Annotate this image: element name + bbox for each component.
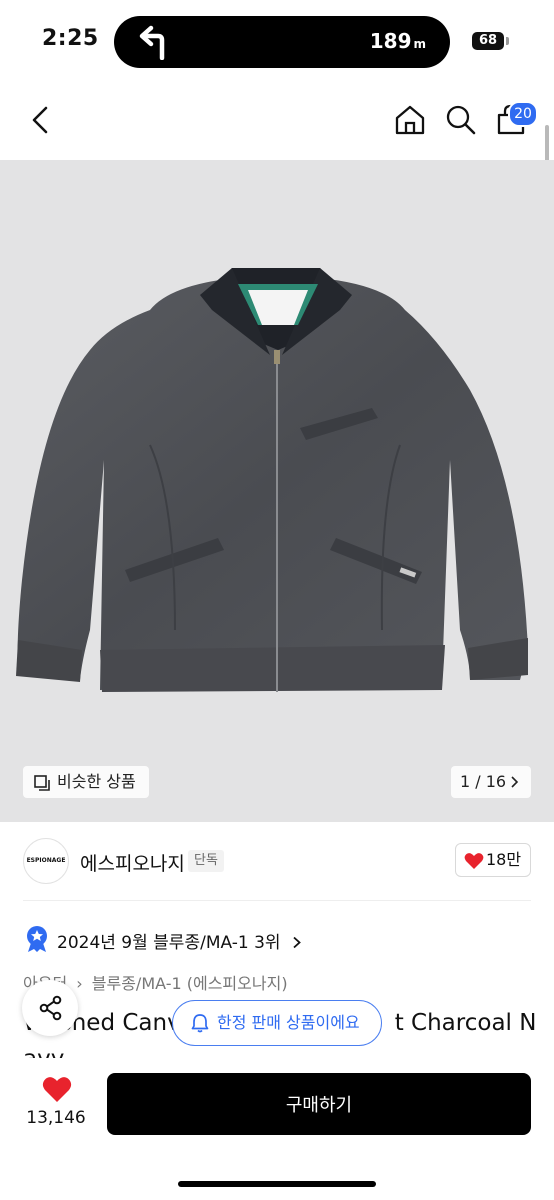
brand-name[interactable]: 에스피오나지 — [80, 849, 185, 876]
brand-like-count: 18만 — [486, 850, 522, 869]
breadcrumb-subcategory[interactable]: 블루종/MA-1 (에스피오나지) — [92, 974, 288, 993]
image-pager[interactable]: 1 / 16 — [451, 766, 531, 798]
similar-products-button[interactable]: 비슷한 상품 — [23, 766, 149, 798]
back-button[interactable] — [26, 104, 54, 139]
chevron-left-icon — [32, 106, 48, 134]
favorite-heart-icon[interactable] — [42, 1076, 72, 1103]
divider — [23, 900, 531, 901]
battery-icon: 68 — [472, 32, 504, 50]
exclusive-badge: 단독 — [188, 850, 224, 872]
image-pager-text: 1 / 16 — [460, 772, 507, 791]
brand-logo[interactable]: ESPIONAGE — [23, 838, 69, 884]
limited-sale-toast: 한정 판매 상품이에요 — [172, 1000, 382, 1046]
battery-tip — [506, 37, 509, 45]
share-icon — [39, 995, 62, 1021]
similar-products-label: 비슷한 상품 — [57, 772, 136, 791]
product-image[interactable] — [0, 160, 554, 822]
home-icon — [395, 105, 425, 135]
nav-distance: 189 m — [369, 29, 426, 53]
home-indicator — [178, 1181, 376, 1187]
brand-like-button[interactable]: 18만 — [455, 843, 531, 877]
home-button[interactable] — [393, 103, 427, 140]
heart-icon — [464, 853, 484, 869]
buy-button[interactable]: 구매하기 — [107, 1073, 531, 1135]
search-button[interactable] — [444, 103, 478, 140]
search-icon — [446, 105, 476, 135]
breadcrumb-separator-icon: › — [76, 974, 83, 993]
cart-count-badge: 20 — [508, 101, 538, 127]
status-time: 2:25 — [42, 26, 99, 51]
share-button[interactable] — [22, 980, 78, 1036]
favorite-count: 13,146 — [26, 1108, 86, 1128]
chevron-right-icon — [511, 776, 519, 788]
bell-icon — [191, 1014, 209, 1033]
jacket-image — [16, 268, 528, 692]
chevron-right-icon — [293, 936, 301, 949]
turn-left-arrow-icon — [139, 25, 165, 60]
navigation-island[interactable]: 189 m — [114, 16, 450, 68]
copy-icon — [34, 775, 50, 791]
limited-sale-text: 한정 판매 상품이에요 — [217, 1013, 360, 1032]
ranking-link[interactable]: 2024년 9월 블루종/MA-1 3위 — [57, 928, 302, 953]
product-title-line2: avy — [23, 1046, 64, 1058]
ranking-medal-icon — [27, 926, 47, 952]
ranking-text: 2024년 9월 블루종/MA-1 3위 — [57, 933, 281, 953]
